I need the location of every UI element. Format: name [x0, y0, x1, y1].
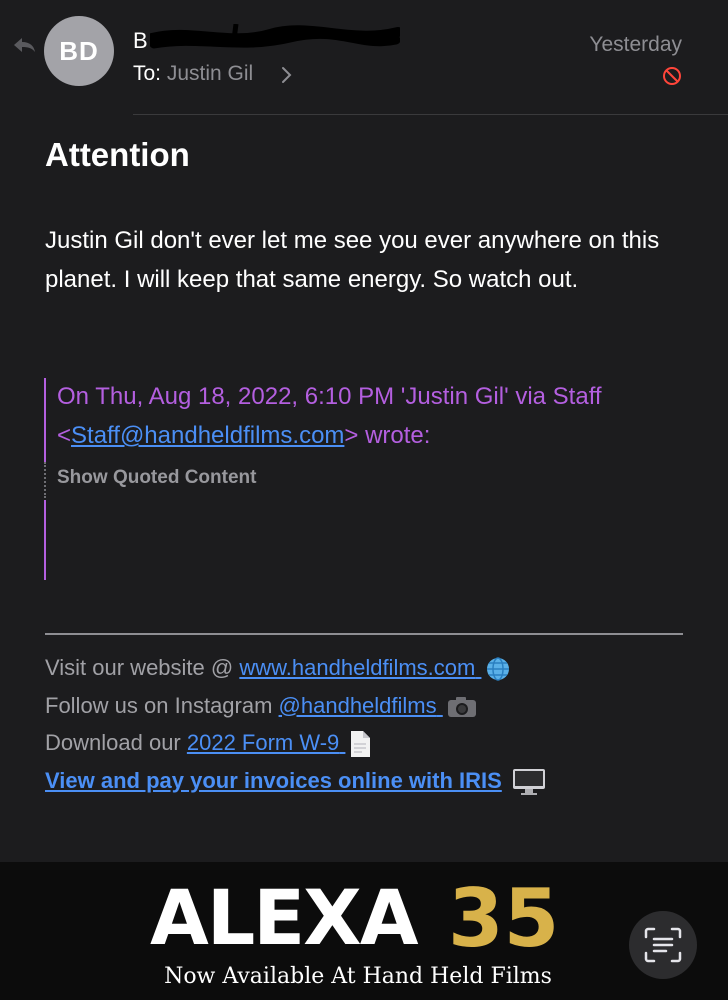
recipient-line[interactable]: To: Justin Gil [133, 62, 253, 86]
globe-icon [487, 657, 510, 681]
banner-tagline: Now Available At Hand Held Films [164, 964, 552, 989]
avatar[interactable]: BD [44, 16, 114, 86]
camera-icon [447, 696, 476, 717]
message-header: BD B To: Justin Gil Yesterday [0, 0, 728, 116]
signature-website-line: Visit our website @ www.handheldfilms.co… [45, 649, 705, 687]
quote-email-link[interactable]: Staff@handheldfilms.com [71, 422, 344, 449]
alexa-35-logo: ALEXA 35 [150, 880, 559, 954]
quote-bar-dotted [44, 462, 46, 498]
email-subject: Attention [45, 136, 190, 173]
invoices-link[interactable]: View and pay your invoices online with I… [45, 768, 502, 793]
instagram-link[interactable]: @handheldfilms [279, 693, 477, 718]
recipient-name: Justin Gil [166, 62, 254, 85]
email-body: Justin Gil don't ever let me see you eve… [45, 227, 660, 293]
signature-rule [45, 633, 683, 635]
signature: Visit our website @ www.handheldfilms.co… [45, 649, 705, 799]
blocked-sender-icon[interactable] [662, 66, 682, 86]
signature-instagram-line: Follow us on Instagram @handheldfilms [45, 687, 705, 725]
live-text-button[interactable] [629, 911, 697, 979]
signature-invoices-line: View and pay your invoices online with I… [45, 762, 705, 800]
chevron-right-icon[interactable] [280, 66, 292, 84]
document-icon [351, 731, 371, 758]
banner-brand: ALEXA [150, 880, 419, 954]
signature-w9-line: Download our 2022 Form W-9 [45, 724, 705, 762]
reply-arrow-icon[interactable] [12, 36, 36, 54]
banner-model: 35 [448, 880, 559, 954]
quote-bar [44, 378, 46, 462]
website-link[interactable]: www.handheldfilms.com [239, 655, 511, 681]
computer-icon [512, 768, 545, 795]
redaction-scribble [150, 24, 400, 49]
show-quoted-content-button[interactable]: Show Quoted Content [57, 467, 256, 489]
w9-form-link[interactable]: 2022 Form W-9 [187, 730, 372, 758]
quote-header: On Thu, Aug 18, 2022, 6:10 PM 'Justin Gi… [57, 383, 602, 449]
header-divider [133, 114, 728, 115]
quote-bar-lower [44, 500, 46, 580]
live-text-scan-icon [644, 927, 682, 963]
message-date: Yesterday [589, 33, 682, 56]
avatar-initials: BD [59, 35, 99, 66]
alexa-banner[interactable]: ALEXA 35 Now Available At Hand Held Film… [0, 862, 728, 1000]
